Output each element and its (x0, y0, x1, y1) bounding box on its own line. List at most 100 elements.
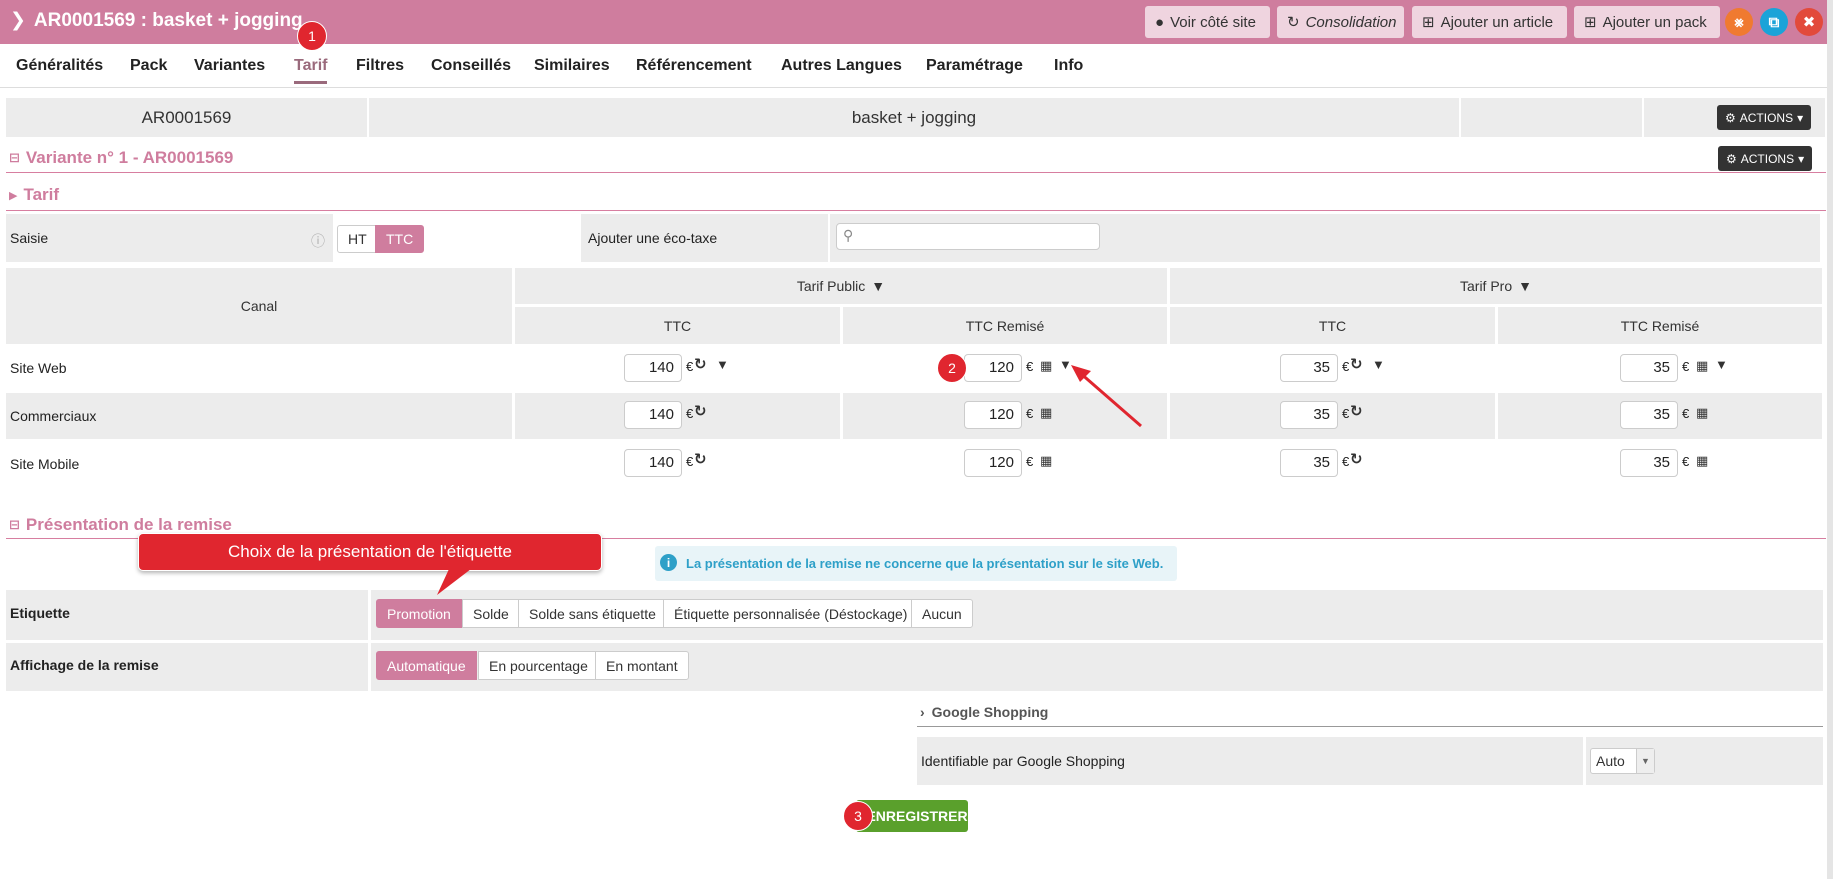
scrollbar[interactable] (1827, 0, 1833, 879)
caret-down-icon: ▼ (1636, 749, 1654, 773)
tarif-pro-header[interactable]: Tarif Pro ▼ (1170, 268, 1822, 304)
header-bar: ❯ AR0001569 : basket + jogging ● Voir côt… (0, 0, 1833, 44)
sync-icon[interactable]: ↻ (1350, 450, 1363, 468)
google-shopping-select[interactable]: Auto ▼ (1590, 748, 1655, 774)
tab-pack[interactable]: Pack (130, 57, 167, 75)
price-input[interactable]: 120 (964, 449, 1022, 477)
divider (6, 172, 1826, 173)
price-input[interactable]: 35 (1620, 401, 1678, 429)
plus-square-icon: ⊞ (1422, 14, 1435, 31)
currency: € (1026, 454, 1034, 469)
price-input[interactable]: 120 (964, 354, 1022, 382)
google-shopping-header[interactable]: › Google Shopping (920, 704, 1048, 720)
tarif-section-header[interactable]: ▶ Tarif (9, 185, 59, 205)
refresh-icon: ↻ (1287, 14, 1300, 31)
tab-info[interactable]: Info (1054, 57, 1083, 75)
tab-conseilles[interactable]: Conseillés (431, 57, 511, 75)
calculator-icon[interactable]: ▦ (1040, 358, 1052, 374)
etiquette-option-personnalisee[interactable]: Étiquette personnalisée (Déstockage) (663, 599, 919, 628)
calculator-icon[interactable]: ▦ (1696, 358, 1708, 374)
currency: € (1682, 359, 1690, 374)
tab-tarif[interactable]: Tarif (294, 57, 328, 84)
col-header: TTC Remisé (843, 307, 1167, 344)
chevron-right-icon: › (920, 704, 925, 720)
calculator-icon[interactable]: ▦ (1040, 453, 1052, 469)
currency: € (1682, 406, 1690, 421)
eco-taxe-search-input[interactable]: ⚲ (836, 223, 1100, 250)
sync-icon[interactable]: ↻ (694, 355, 707, 373)
tab-filtres[interactable]: Filtres (356, 57, 404, 75)
affichage-option-pourcentage[interactable]: En pourcentage (478, 651, 599, 680)
calculator-icon[interactable]: ▦ (1696, 405, 1708, 421)
price-input[interactable]: 35 (1280, 401, 1338, 429)
price-input[interactable]: 35 (1280, 354, 1338, 382)
close-button[interactable]: ✖ (1795, 8, 1823, 36)
sync-icon[interactable]: ↻ (694, 450, 707, 468)
consolidation-button[interactable]: ↻ Consolidation (1277, 6, 1404, 38)
summary-name: basket + jogging (369, 98, 1459, 137)
summary-empty (1461, 98, 1642, 137)
ttc-toggle[interactable]: TTC (375, 225, 425, 253)
etiquette-option-promotion[interactable]: Promotion (376, 599, 462, 628)
row-label-site-mobile: Site Mobile (10, 456, 80, 472)
col-header: TTC (515, 307, 840, 344)
search-icon: ⚲ (843, 227, 854, 243)
tab-variantes[interactable]: Variantes (194, 57, 265, 75)
info-icon: ⓘ (311, 233, 325, 249)
price-input[interactable]: 35 (1620, 449, 1678, 477)
tab-bar: Généralités Pack Variantes Tarif Filtres… (0, 44, 1833, 88)
caret-down-icon[interactable]: ▼ (716, 357, 729, 372)
sync-icon[interactable]: ↻ (694, 402, 707, 420)
price-input[interactable]: 140 (624, 401, 682, 429)
price-input[interactable]: 35 (1620, 354, 1678, 382)
ajouter-pack-button[interactable]: ⊞ Ajouter un pack (1574, 6, 1720, 38)
step-badge-3: 3 (843, 801, 873, 831)
tarif-public-header[interactable]: Tarif Public ▼ (515, 268, 1167, 304)
annotation-callout: Choix de la présentation de l'étiquette (138, 533, 602, 571)
currency: € (686, 359, 694, 374)
variant-header[interactable]: ⊟ Variante n° 1 - AR0001569 (9, 148, 233, 168)
tab-parametrage[interactable]: Paramétrage (926, 57, 1023, 75)
sync-icon[interactable]: ↻ (1350, 355, 1363, 373)
caret-down-icon[interactable]: ▼ (1715, 357, 1728, 372)
variant-actions-button[interactable]: ⚙ ACTIONS ▾ (1718, 146, 1813, 171)
price-input[interactable]: 140 (624, 449, 682, 477)
etiquette-option-solde[interactable]: Solde (462, 599, 520, 628)
price-input[interactable]: 120 (964, 401, 1022, 429)
globe-icon: ● (1155, 13, 1165, 31)
etiquette-option-aucun[interactable]: Aucun (911, 599, 973, 628)
etiquette-option-solde-sans[interactable]: Solde sans étiquette (518, 599, 667, 628)
affichage-option-automatique[interactable]: Automatique (376, 651, 477, 680)
caret-down-icon[interactable]: ▼ (1372, 357, 1385, 372)
tab-autres-langues[interactable]: Autres Langues (781, 57, 902, 75)
price-input[interactable]: 140 (624, 354, 682, 382)
actions-dropdown-button[interactable]: ⚙ ACTIONS ▾ (1717, 105, 1812, 130)
ht-toggle[interactable]: HT (337, 225, 378, 253)
tab-generalites[interactable]: Généralités (16, 57, 103, 75)
eco-taxe-label: Ajouter une éco-taxe (588, 230, 718, 246)
copy-button[interactable]: ⧉ (1760, 8, 1788, 36)
ajouter-article-button[interactable]: ⊞ Ajouter un article (1412, 6, 1567, 38)
copy-icon: ⧉ (1768, 13, 1780, 31)
tab-referencement[interactable]: Référencement (636, 57, 752, 75)
caret-down-icon: ▾ (1798, 151, 1805, 166)
caret-down-icon: ▼ (1518, 278, 1532, 294)
close-icon: ✖ (1802, 14, 1816, 31)
calculator-icon[interactable]: ▦ (1040, 405, 1052, 421)
caret-down-icon: ▾ (1797, 110, 1804, 125)
voir-site-button[interactable]: ● Voir côté site (1145, 6, 1270, 38)
plus-square-icon: ⊞ (1584, 14, 1597, 31)
col-header: TTC Remisé (1498, 307, 1822, 344)
price-input[interactable]: 35 (1280, 449, 1338, 477)
chevron-right-icon[interactable]: ❯ (10, 9, 26, 32)
presentation-section-header[interactable]: ⊟ Présentation de la remise (9, 515, 232, 535)
currency: € (1342, 406, 1350, 421)
share-button[interactable]: ⨳ (1725, 8, 1753, 36)
calculator-icon[interactable]: ▦ (1696, 453, 1708, 469)
affichage-option-montant[interactable]: En montant (595, 651, 689, 680)
tab-similaires[interactable]: Similaires (534, 57, 610, 75)
canal-header: Canal (6, 268, 512, 344)
google-shopping-label: Identifiable par Google Shopping (921, 753, 1125, 769)
currency: € (686, 406, 694, 421)
sync-icon[interactable]: ↻ (1350, 402, 1363, 420)
